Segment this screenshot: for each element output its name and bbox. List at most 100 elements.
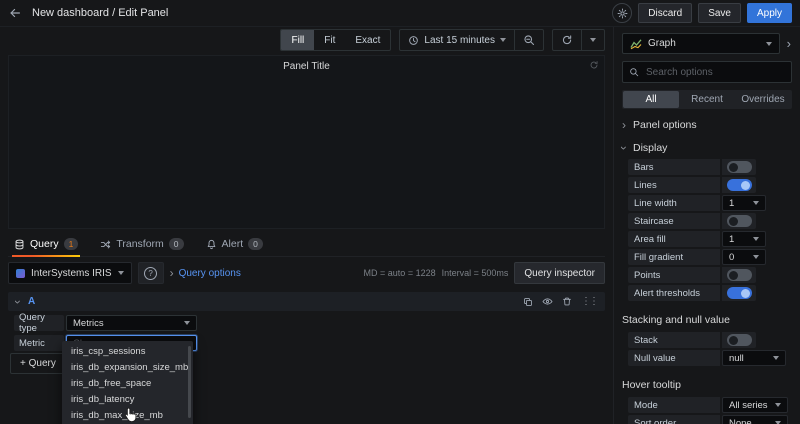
metric-label: Metric bbox=[14, 335, 64, 351]
metric-option[interactable]: iris_db_free_space bbox=[62, 375, 193, 391]
staircase-toggle[interactable] bbox=[727, 215, 752, 227]
tab-transform[interactable]: Transform 0 bbox=[98, 234, 185, 256]
option-label: Fill gradient bbox=[628, 249, 720, 265]
option-row-alert-thresholds: Alert thresholds bbox=[628, 285, 792, 301]
database-icon bbox=[14, 239, 25, 250]
hover-tooltip-heading: Hover tooltip bbox=[622, 379, 792, 391]
chevron-down-icon bbox=[500, 38, 506, 42]
editor-tabs: Query 1 Transform 0 Alert 0 bbox=[8, 234, 605, 257]
collapse-pane-button[interactable]: › bbox=[786, 37, 792, 50]
options-tab-all[interactable]: All bbox=[623, 91, 679, 108]
null-value-select[interactable]: null bbox=[722, 350, 786, 366]
option-row-lines: Lines bbox=[628, 177, 792, 193]
options-tab-recent[interactable]: Recent bbox=[679, 91, 735, 108]
option-label: Stack bbox=[628, 332, 720, 348]
toggle-box bbox=[722, 267, 756, 283]
option-row-bars: Bars bbox=[628, 159, 792, 175]
section-label: Panel options bbox=[633, 119, 697, 131]
query-type-select[interactable]: Metrics bbox=[66, 315, 197, 331]
tab-label: Transform bbox=[116, 238, 163, 250]
chevron-down-icon bbox=[590, 38, 596, 42]
grafana-edit-panel: New dashboard / Edit Panel Discard Save … bbox=[0, 0, 800, 424]
option-label: Mode bbox=[628, 397, 720, 413]
dropdown-scrollbar[interactable] bbox=[188, 346, 191, 418]
sort-order-select[interactable]: None bbox=[722, 415, 788, 424]
search-icon bbox=[629, 67, 639, 77]
options-search bbox=[622, 61, 792, 83]
discard-button[interactable]: Discard bbox=[638, 3, 692, 23]
viz-picker-row: Graph › bbox=[622, 33, 792, 54]
display-mode-fit[interactable]: Fit bbox=[314, 30, 345, 50]
datasource-name: InterSystems IRIS bbox=[31, 268, 112, 279]
bell-icon bbox=[206, 239, 217, 250]
display-mode-exact[interactable]: Exact bbox=[345, 30, 390, 50]
option-row-fill-gradient: Fill gradient 0 bbox=[628, 249, 792, 265]
tooltip-mode-select[interactable]: All series bbox=[722, 397, 788, 413]
magnifier-minus-icon bbox=[523, 34, 535, 46]
viz-name: Graph bbox=[648, 38, 676, 49]
save-button[interactable]: Save bbox=[698, 3, 741, 23]
option-row-null-value: Null value null bbox=[628, 350, 792, 366]
copy-icon[interactable] bbox=[523, 297, 533, 307]
zoom-out-button[interactable] bbox=[515, 30, 543, 50]
metric-option[interactable]: iris_db_latency bbox=[62, 391, 193, 407]
option-row-staircase: Staircase bbox=[628, 213, 792, 229]
panel-title: Panel Title bbox=[9, 56, 604, 72]
option-label: Bars bbox=[628, 159, 720, 175]
panel-options-section[interactable]: › Panel options bbox=[622, 113, 792, 136]
option-label: Sort order bbox=[628, 415, 720, 424]
gear-icon bbox=[617, 8, 628, 19]
display-mode-fill[interactable]: Fill bbox=[281, 30, 314, 50]
chevron-right-icon: › bbox=[622, 119, 626, 131]
option-label: Lines bbox=[628, 177, 720, 193]
tab-query[interactable]: Query 1 bbox=[12, 234, 80, 256]
chevron-down-icon bbox=[773, 356, 779, 360]
line-width-select[interactable]: 1 bbox=[722, 195, 766, 211]
back-button[interactable] bbox=[8, 6, 22, 20]
tab-alert[interactable]: Alert 0 bbox=[204, 234, 265, 256]
option-row-stack: Stack bbox=[628, 332, 792, 348]
apply-button[interactable]: Apply bbox=[747, 3, 792, 23]
option-label: Staircase bbox=[628, 213, 720, 229]
panel-preview[interactable]: Panel Title bbox=[8, 55, 605, 229]
refresh-interval-button[interactable] bbox=[582, 30, 604, 50]
dashboard-settings-button[interactable] bbox=[612, 3, 632, 23]
search-input[interactable] bbox=[644, 66, 785, 79]
points-toggle[interactable] bbox=[727, 269, 752, 281]
chevron-down-icon: › bbox=[618, 146, 630, 150]
viz-picker-select[interactable]: Graph bbox=[622, 33, 780, 54]
toggle-box bbox=[722, 332, 756, 348]
refresh-group bbox=[552, 29, 605, 51]
drag-handle-icon[interactable]: ⋮⋮ bbox=[581, 297, 597, 307]
lines-toggle[interactable] bbox=[727, 179, 752, 191]
fill-gradient-select[interactable]: 0 bbox=[722, 249, 766, 265]
query-options-label: Query options bbox=[179, 268, 241, 279]
option-label: Line width bbox=[628, 195, 720, 211]
area-fill-select[interactable]: 1 bbox=[722, 231, 766, 247]
options-tab-group: All Recent Overrides bbox=[622, 90, 792, 109]
datasource-picker[interactable]: InterSystems IRIS bbox=[8, 262, 132, 284]
refresh-button[interactable] bbox=[553, 30, 581, 50]
time-range-button[interactable]: Last 15 minutes bbox=[400, 30, 514, 50]
alert-thresholds-toggle[interactable] bbox=[727, 287, 752, 299]
query-ref-id: A bbox=[28, 296, 35, 307]
metric-option[interactable]: iris_csp_sessions bbox=[62, 343, 193, 359]
option-label: Area fill bbox=[628, 231, 720, 247]
bars-toggle[interactable] bbox=[727, 161, 752, 173]
eye-icon[interactable] bbox=[542, 296, 553, 307]
select-value: All series bbox=[729, 400, 768, 411]
stack-toggle[interactable] bbox=[727, 334, 752, 346]
toggle-box bbox=[722, 177, 756, 193]
metric-option[interactable]: iris_db_expansion_size_mb bbox=[62, 359, 193, 375]
trash-icon[interactable] bbox=[562, 296, 572, 307]
query-options-toggle[interactable]: › Query options bbox=[170, 267, 241, 279]
display-section[interactable]: › Display bbox=[622, 136, 792, 159]
options-tab-overrides[interactable]: Overrides bbox=[735, 91, 791, 108]
add-query-button[interactable]: + Query bbox=[10, 353, 66, 374]
query-row-header[interactable]: › A ⋮⋮ bbox=[8, 292, 605, 311]
time-picker-group: Last 15 minutes bbox=[399, 29, 544, 51]
chevron-down-icon bbox=[753, 237, 759, 241]
query-type-row: Query type Metrics bbox=[14, 315, 613, 331]
datasource-help-button[interactable]: ? bbox=[138, 262, 164, 284]
query-inspector-button[interactable]: Query inspector bbox=[514, 262, 605, 284]
